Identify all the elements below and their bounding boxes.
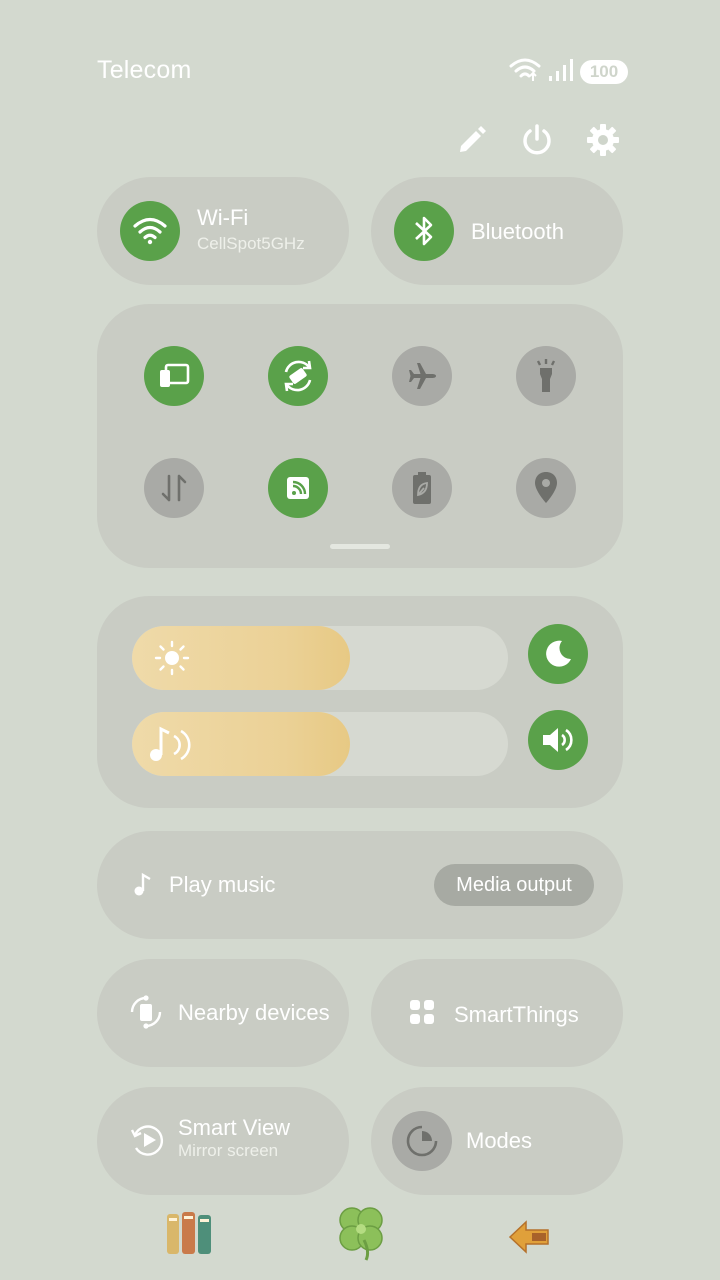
smartthings-icon bbox=[409, 999, 435, 1030]
wifi-tile[interactable]: Wi-Fi CellSpot5GHz bbox=[97, 177, 349, 285]
music-note-icon bbox=[133, 872, 155, 903]
battery-icon: 100 bbox=[580, 60, 628, 84]
power-saving-icon[interactable] bbox=[392, 458, 452, 518]
clover-icon[interactable] bbox=[330, 1200, 392, 1267]
status-icons: 100 bbox=[508, 58, 628, 86]
bluetooth-tile[interactable]: Bluetooth bbox=[371, 177, 623, 285]
nearby-devices-label: Nearby devices bbox=[178, 1000, 330, 1025]
smartthings-tile[interactable]: SmartThings bbox=[371, 959, 623, 1067]
sound-mode-icon[interactable] bbox=[528, 710, 588, 770]
smart-view-label: Smart View bbox=[178, 1115, 291, 1140]
quick-toggles-panel bbox=[97, 304, 623, 568]
sun-icon bbox=[154, 640, 190, 681]
smart-view-sublabel: Mirror screen bbox=[178, 1141, 279, 1160]
flashlight-icon[interactable] bbox=[516, 346, 576, 406]
smart-view-tile[interactable]: Smart View Mirror screen bbox=[97, 1087, 349, 1195]
power-icon[interactable] bbox=[517, 120, 557, 160]
nfc-icon[interactable] bbox=[268, 458, 328, 518]
mobile-data-icon[interactable] bbox=[144, 458, 204, 518]
smart-view-icon bbox=[129, 1121, 167, 1164]
bluetooth-icon[interactable] bbox=[394, 201, 454, 261]
modes-icon[interactable] bbox=[392, 1111, 452, 1171]
signal-icon bbox=[548, 58, 574, 87]
dark-mode-icon[interactable] bbox=[528, 624, 588, 684]
play-music-label: Play music bbox=[169, 872, 276, 897]
location-icon[interactable] bbox=[516, 458, 576, 518]
smartthings-label: SmartThings bbox=[454, 1002, 579, 1027]
nearby-devices-icon bbox=[127, 993, 165, 1036]
wifi-toggle-icon[interactable] bbox=[120, 201, 180, 261]
wifi-icon bbox=[508, 57, 542, 88]
media-output-button[interactable]: Media output bbox=[434, 864, 594, 906]
modes-label: Modes bbox=[466, 1128, 533, 1153]
volume-slider[interactable] bbox=[132, 712, 508, 776]
pencil-icon[interactable] bbox=[451, 120, 491, 160]
carrier-name: Telecom bbox=[97, 56, 192, 84]
brightness-slider[interactable] bbox=[132, 626, 508, 690]
nearby-devices-tile[interactable]: Nearby devices bbox=[97, 959, 349, 1067]
bluetooth-title: Bluetooth bbox=[471, 219, 564, 244]
settings-icon[interactable] bbox=[583, 120, 623, 160]
back-arrow-icon[interactable] bbox=[508, 1218, 552, 1261]
auto-rotate-icon[interactable] bbox=[268, 346, 328, 406]
music-note-icon bbox=[148, 724, 198, 769]
wifi-network-name: CellSpot5GHz bbox=[197, 234, 305, 253]
screen-mirror-icon[interactable] bbox=[144, 346, 204, 406]
modes-tile[interactable]: Modes bbox=[371, 1087, 623, 1195]
wifi-title: Wi-Fi bbox=[197, 205, 249, 230]
airplane-icon[interactable] bbox=[392, 346, 452, 406]
books-icon[interactable] bbox=[164, 1208, 216, 1263]
panel-drag-handle[interactable] bbox=[330, 544, 390, 549]
